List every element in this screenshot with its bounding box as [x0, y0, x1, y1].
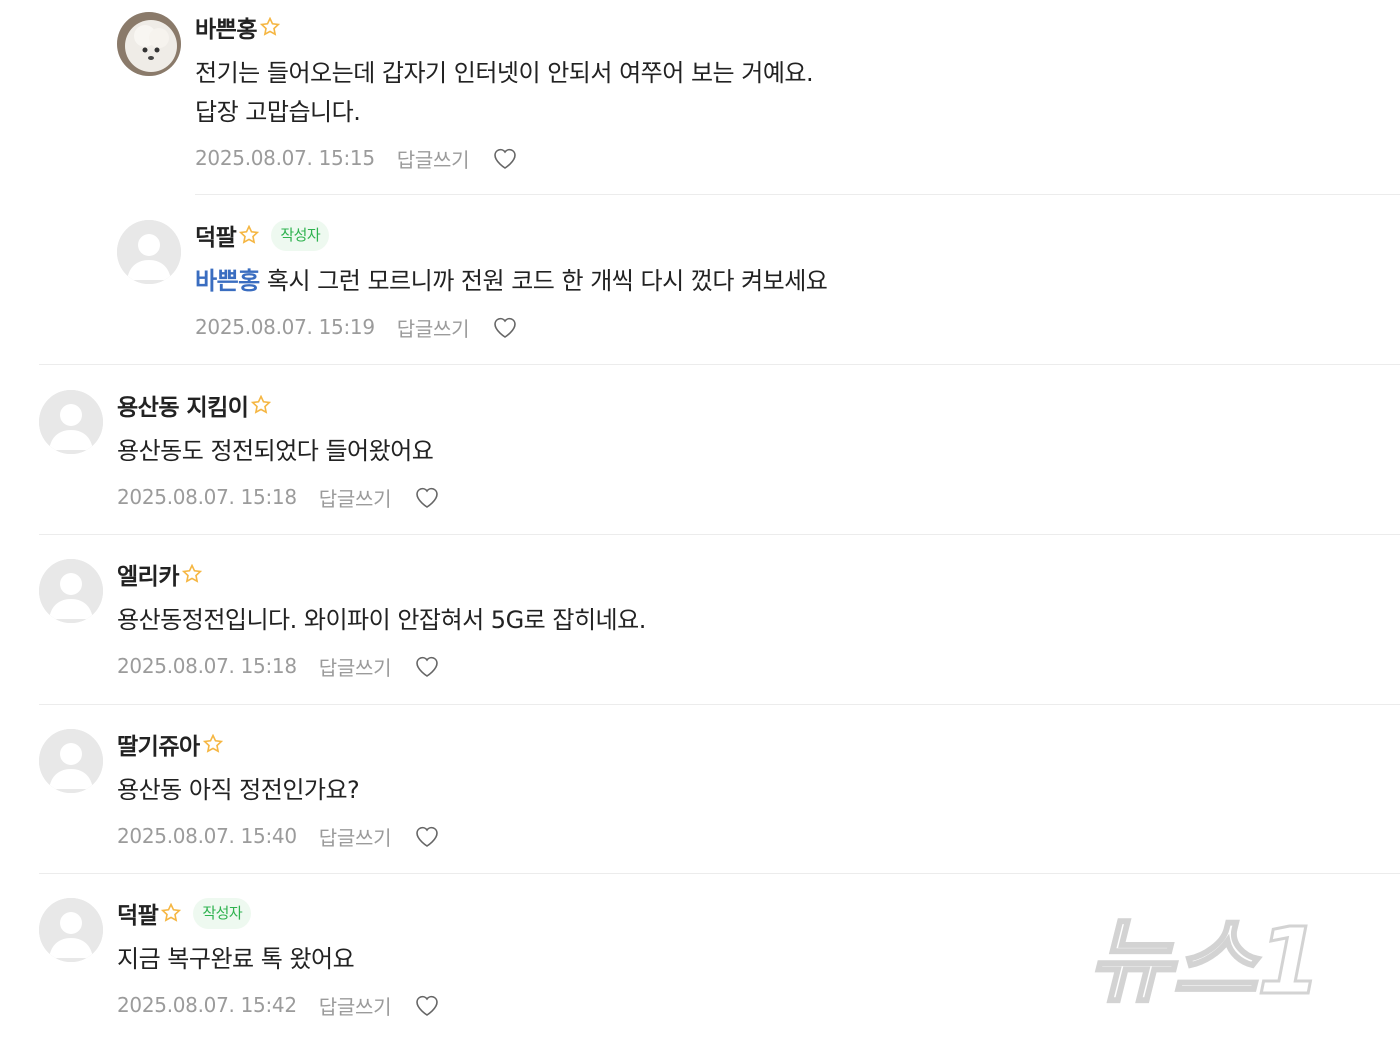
comment-text: 전기는 들어오는데 갑자기 인터넷이 안되서 여쭈어 보는 거예요. [195, 59, 814, 87]
comment-date: 2025.08.07. 15:18 [117, 654, 297, 678]
comment-item: 엘리카 용산동정전입니다. 와이파이 안잡혀서 5G로 잡히네요. 2025.0… [0, 547, 1400, 717]
mention-link[interactable]: 바쁜홍 [195, 267, 260, 295]
avatar[interactable] [117, 12, 181, 76]
avatar[interactable] [39, 559, 103, 623]
avatar[interactable] [39, 390, 103, 454]
star-icon [161, 903, 182, 922]
comment-text: 용산동도 정전되었다 들어왔어요 [117, 437, 434, 465]
comment-item: 용산동 지킴이 용산동도 정전되었다 들어왔어요 2025.08.07. 15:… [0, 378, 1400, 548]
comment-item: 덕팔 작성자 바쁜홍 혹시 그런 모르니까 전원 코드 한 개씩 다시 껐다 켜… [0, 208, 1400, 378]
heart-icon[interactable] [413, 991, 441, 1019]
comment-text: 용산동정전입니다. 와이파이 안잡혀서 5G로 잡히네요. [117, 606, 646, 634]
divider [39, 873, 1400, 874]
comment-date: 2025.08.07. 15:42 [117, 993, 297, 1017]
comment-item: 덕팔 작성자 지금 복구완료 톡 왔어요 2025.08.07. 15:42 답… [0, 886, 1400, 1056]
comment-text: 답장 고맙습니다. [195, 98, 361, 126]
nickname[interactable]: 덕팔 [117, 896, 159, 930]
divider [195, 194, 1400, 195]
heart-icon[interactable] [413, 652, 441, 680]
comment-item: 바쁜홍 전기는 들어오는데 갑자기 인터넷이 안되서 여쭈어 보는 거예요. 답… [0, 0, 1400, 195]
heart-icon[interactable] [413, 483, 441, 511]
comment-text-body: 혹시 그런 모르니까 전원 코드 한 개씩 다시 껐다 켜보세요 [266, 267, 828, 295]
comment-date: 2025.08.07. 15:19 [195, 315, 375, 339]
reply-button[interactable]: 답글쓰기 [319, 822, 392, 851]
comment-date: 2025.08.07. 15:15 [195, 146, 375, 170]
reply-button[interactable]: 답글쓰기 [319, 652, 392, 681]
heart-icon[interactable] [491, 313, 519, 341]
comment-item: 딸기쥬아 용산동 아직 정전인가요? 2025.08.07. 15:40 답글쓰… [0, 717, 1400, 887]
star-icon [181, 564, 202, 583]
heart-icon[interactable] [491, 144, 519, 172]
star-icon [259, 17, 280, 36]
avatar[interactable] [39, 898, 103, 962]
nickname[interactable]: 용산동 지킴이 [117, 388, 249, 422]
author-badge: 작성자 [193, 897, 252, 929]
author-badge: 작성자 [271, 219, 330, 251]
comment-date: 2025.08.07. 15:40 [117, 824, 297, 848]
reply-button[interactable]: 답글쓰기 [397, 144, 470, 173]
comment-text: 용산동 아직 정전인가요? [117, 776, 360, 804]
reply-button[interactable]: 답글쓰기 [397, 313, 470, 342]
avatar[interactable] [39, 729, 103, 793]
divider [39, 534, 1400, 535]
nickname[interactable]: 딸기쥬아 [117, 727, 200, 761]
star-icon [239, 225, 260, 244]
star-icon [251, 395, 272, 414]
heart-icon[interactable] [413, 822, 441, 850]
nickname[interactable]: 덕팔 [195, 218, 237, 252]
avatar[interactable] [117, 220, 181, 284]
comment-text: 지금 복구완료 톡 왔어요 [117, 945, 355, 973]
nickname[interactable]: 엘리카 [117, 557, 179, 591]
nickname[interactable]: 바쁜홍 [195, 10, 257, 44]
star-icon [202, 734, 223, 753]
comment-text: 바쁜홍 혹시 그런 모르니까 전원 코드 한 개씩 다시 껐다 켜보세요 [195, 262, 1380, 301]
divider [39, 364, 1400, 365]
reply-button[interactable]: 답글쓰기 [319, 991, 392, 1020]
comment-date: 2025.08.07. 15:18 [117, 485, 297, 509]
divider [39, 704, 1400, 705]
reply-button[interactable]: 답글쓰기 [319, 483, 392, 512]
